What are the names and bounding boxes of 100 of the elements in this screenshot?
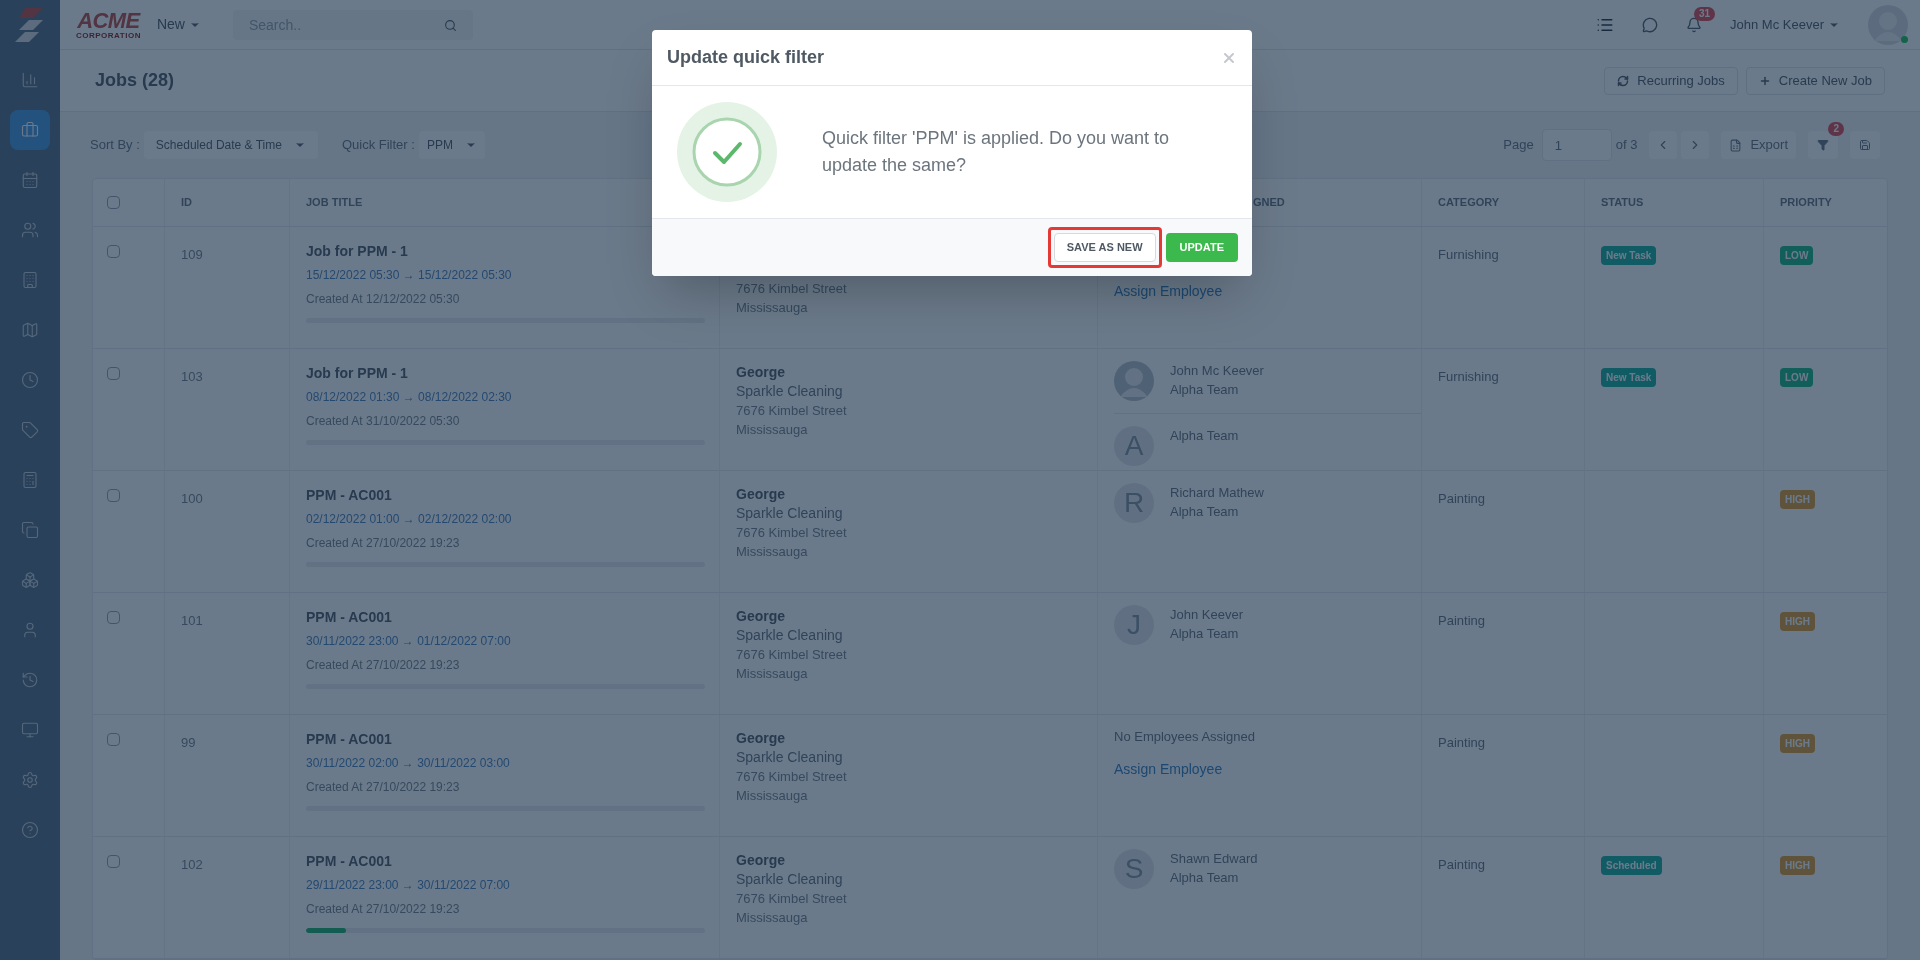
job-title: Job for PPM - 1 [306,242,409,261]
category-text: Painting [1438,613,1485,628]
filter-count-badge: 2 [1828,122,1844,136]
company-name: Sparkle Cleaning [736,748,844,767]
success-check-icon [677,102,777,202]
page-field[interactable]: 1 [1541,129,1612,161]
company-name: Sparkle Cleaning [736,870,844,889]
settings-icon [21,771,39,789]
quick-filter-select[interactable]: PPM [418,131,485,159]
filter-icon [1817,139,1829,151]
category-text: Furnishing [1438,369,1499,384]
job-dates: 30/11/2022 02:00 → 30/11/2022 03:00 [306,755,511,772]
avatar-icon [1114,361,1154,401]
checkbox[interactable] [107,489,120,502]
calendar-icon [21,171,39,189]
avatar-icon [1868,4,1908,45]
sidebar-item[interactable] [10,110,50,150]
logo-icon [15,8,45,42]
previous-page-button[interactable] [1649,131,1678,159]
job-dates: 29/11/2022 23:00 → 30/11/2022 07:00 [306,877,511,894]
recurring-jobs-button[interactable]: Recurring Jobs [1604,66,1738,95]
team-name: Alpha Team [1170,625,1240,643]
checkbox[interactable] [107,611,120,624]
category-text: Painting [1438,857,1485,872]
create-job-button[interactable]: Create New Job [1745,66,1885,95]
sort-select[interactable]: Scheduled Date & Time [143,131,318,159]
customer-name: George [736,485,786,504]
employee-name: Richard Mathew [1170,484,1264,502]
priority-badge: HIGH [1780,856,1815,875]
users-icon [21,221,39,239]
column-header: PRIORITY [1780,195,1832,211]
employee-name: John Keever [1170,606,1243,624]
checkbox[interactable] [107,733,120,746]
employee-name: Shawn Edward [1170,850,1258,868]
boxes-icon [21,571,39,589]
dialog-message: Quick filter 'PPM' is applied. Do you want to update the same? [822,127,1171,177]
column-header: GNED [1253,195,1285,211]
job-dates: 30/11/2022 23:00 → 01/12/2022 07:00 [306,633,512,650]
next-page-button[interactable] [1681,131,1710,159]
job-title: PPM - AC001 [306,486,393,505]
history-icon [21,671,39,689]
export-button[interactable]: Export [1721,131,1796,159]
column-header: ID [181,195,192,211]
checkbox[interactable] [107,245,120,258]
status-badge: New Task [1601,368,1657,387]
spreadsheet-icon [1729,138,1743,152]
company-name: Sparkle Cleaning [736,504,844,523]
bell-icon[interactable] [1686,16,1703,33]
dialog-title: Update quick filter [667,46,825,69]
save-as-new-button[interactable]: SAVE AS NEW [1053,233,1156,262]
category-text: Painting [1438,735,1485,750]
user-icon [21,621,39,639]
clock-icon [21,371,39,389]
assign-employee-link[interactable]: Assign Employee [1114,758,1223,780]
customer-name: George [736,363,786,382]
customer-name: George [736,607,786,626]
priority-badge: HIGH [1780,612,1815,631]
priority-badge: HIGH [1780,490,1815,509]
priority-badge: LOW [1780,368,1814,387]
monitor-icon [21,721,39,739]
status-badge: Scheduled [1601,856,1662,875]
job-title: Job for PPM - 1 [306,364,409,383]
save-filter-button[interactable] [1850,131,1880,159]
company-name: Sparkle Cleaning [736,626,844,645]
new-menu[interactable]: New [156,14,201,35]
search-icon [443,18,457,32]
note-text: No Employees Assigned [1114,728,1256,746]
chart-icon [21,71,39,89]
save-icon [1859,139,1871,151]
checkbox[interactable] [107,196,120,209]
map-icon [21,321,39,339]
job-title: PPM - AC001 [306,730,393,749]
filter-button[interactable] [1808,131,1838,159]
job-dates: 02/12/2022 01:00 → 02/12/2022 02:00 [306,511,513,528]
priority-badge: LOW [1780,246,1814,265]
building-icon [21,271,39,289]
user-menu[interactable]: John Mc Keever [1730,14,1840,35]
category-text: Painting [1438,491,1485,506]
logo-word: ACME [77,9,140,32]
team-name: Alpha Team [1170,869,1240,887]
chat-icon[interactable] [1642,16,1659,33]
job-dates: 15/12/2022 05:30 → 15/12/2022 05:30 [306,267,513,284]
team-name: Alpha Team [1170,503,1240,521]
job-title: PPM - AC001 [306,852,393,871]
update-button[interactable]: UPDATE [1165,233,1238,262]
briefcase-icon [21,121,39,139]
calculator-icon [21,471,39,489]
checkbox[interactable] [107,367,120,380]
job-title: PPM - AC001 [306,608,393,627]
customer-name: George [736,729,786,748]
logo-tagline: CORPORATION [76,31,141,40]
assign-employee-link[interactable]: Assign Employee [1114,281,1223,302]
priority-badge: HIGH [1780,734,1815,753]
notification-badge: 31 [1694,6,1716,21]
column-header: CATEGORY [1438,195,1500,211]
checkbox[interactable] [107,855,120,868]
tag-icon [21,421,39,439]
page-title: Jobs (28) [95,69,175,92]
column-header: STATUS [1601,195,1644,211]
refresh-icon [1617,74,1630,87]
